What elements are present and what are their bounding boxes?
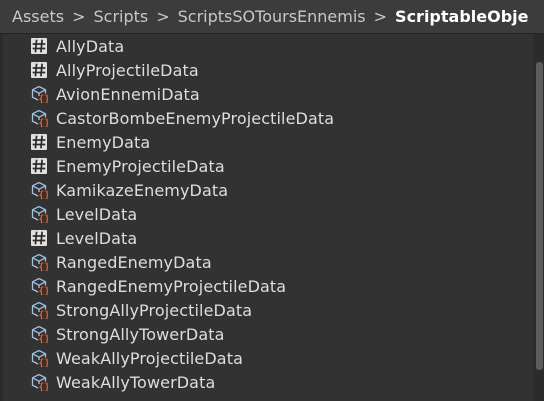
file-list-item[interactable]: LevelData [0,226,544,250]
file-name-label: EnemyProjectileData [56,156,225,176]
file-list-item[interactable]: {} WeakAllyProjectileData [0,346,544,370]
file-name-label: WeakAllyProjectileData [56,348,243,368]
file-list-item[interactable]: EnemyData [0,130,544,154]
file-name-label: RangedEnemyData [56,252,212,272]
file-list-item[interactable]: EnemyProjectileData [0,154,544,178]
scriptable-object-icon: {} [30,373,50,393]
file-list-item[interactable]: {} StrongAllyProjectileData [0,298,544,322]
file-name-label: LevelData [56,228,138,248]
breadcrumb-separator: > [156,7,170,26]
csharp-script-icon [30,229,48,247]
csharp-script-icon [30,61,48,79]
file-name-label: EnemyData [56,132,151,152]
file-list: AllyData AllyProjectileData {} AvionEnnemiD… [0,34,544,394]
scriptable-object-icon: {} [30,349,50,369]
svg-text:{}: {} [39,94,49,103]
file-list-item[interactable]: {} RangedEnemyProjectileData [0,274,544,298]
file-name-label: RangedEnemyProjectileData [56,276,287,296]
svg-text:{}: {} [39,358,49,367]
file-name-label: CastorBombeEnemyProjectileData [56,108,335,128]
file-name-label: AllyProjectileData [56,60,199,80]
svg-text:{}: {} [39,310,49,319]
file-name-label: KamikazeEnemyData [56,180,229,200]
scriptable-object-icon: {} [30,205,50,225]
breadcrumb-scripts[interactable]: Scripts [91,7,150,26]
file-list-item[interactable]: {} RangedEnemyData [0,250,544,274]
svg-text:{}: {} [39,262,49,271]
project-window: Assets > Scripts > ScriptsSOToursEnnemis… [0,0,544,401]
file-list-item[interactable]: {} StrongAllyTowerData [0,322,544,346]
csharp-script-icon [30,133,48,151]
file-list-item[interactable]: {} LevelData [0,202,544,226]
file-list-item[interactable]: {} AvionEnnemiData [0,82,544,106]
svg-text:{}: {} [39,382,49,391]
file-list-item[interactable]: {} WeakAllyTowerData [0,370,544,394]
scriptable-object-icon: {} [30,253,50,273]
scriptable-object-icon: {} [30,325,50,345]
scrollbar-track[interactable] [534,34,544,401]
svg-text:{}: {} [39,190,49,199]
svg-text:{}: {} [39,214,49,223]
file-list-item[interactable]: AllyProjectileData [0,58,544,82]
scriptable-object-icon: {} [30,301,50,321]
file-list-area: AllyData AllyProjectileData {} AvionEnnemiD… [0,34,544,401]
file-name-label: LevelData [56,204,138,224]
file-name-label: WeakAllyTowerData [56,372,216,392]
scriptable-object-icon: {} [30,181,50,201]
file-list-item[interactable]: AllyData [0,34,544,58]
breadcrumb-assets[interactable]: Assets [10,7,66,26]
breadcrumb-separator: > [373,7,388,26]
file-list-item[interactable]: {} CastorBombeEnemyProjectileData [0,106,544,130]
breadcrumb: Assets > Scripts > ScriptsSOToursEnnemis… [0,0,544,34]
scriptable-object-icon: {} [30,85,50,105]
file-list-item[interactable]: {} KamikazeEnemyData [0,178,544,202]
scriptable-object-icon: {} [30,109,50,129]
scrollbar-thumb[interactable] [536,62,543,370]
scriptable-object-icon: {} [30,277,50,297]
file-name-label: StrongAllyProjectileData [56,300,253,320]
svg-text:{}: {} [39,118,49,127]
svg-text:{}: {} [39,286,49,295]
file-name-label: AllyData [56,36,125,56]
csharp-script-icon [30,37,48,55]
csharp-script-icon [30,157,48,175]
breadcrumb-scriptssotoursennemis[interactable]: ScriptsSOToursEnnemis [176,7,368,26]
file-name-label: StrongAllyTowerData [56,324,225,344]
breadcrumb-current-folder[interactable]: ScriptableObje [393,7,530,26]
file-name-label: AvionEnnemiData [56,84,200,104]
svg-text:{}: {} [39,334,49,343]
breadcrumb-separator: > [72,7,86,26]
